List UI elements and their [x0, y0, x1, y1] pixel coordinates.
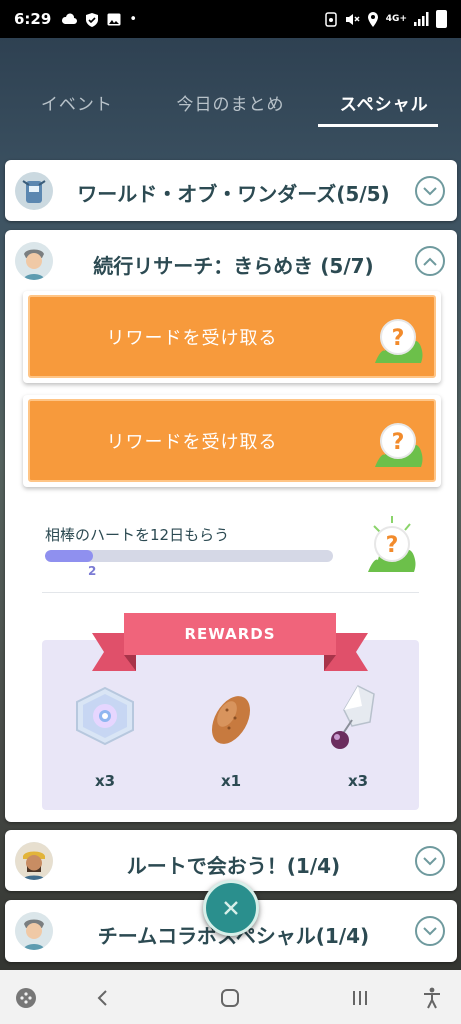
tab-special[interactable]: スペシャル: [307, 80, 461, 130]
gamepad-icon: [16, 988, 36, 1008]
status-bar: 6:29 • 4G+: [0, 0, 461, 38]
back-button[interactable]: [90, 986, 114, 1010]
tab-event[interactable]: イベント: [0, 80, 154, 130]
location-icon: [367, 11, 378, 27]
home-icon: [221, 989, 239, 1007]
back-icon: [97, 990, 107, 1006]
close-button[interactable]: [203, 880, 259, 936]
recents-icon: [353, 991, 367, 1005]
bean-icon: [212, 696, 250, 744]
svg-text:?: ?: [392, 326, 405, 351]
image-icon: [107, 13, 121, 25]
battery-icon: [436, 10, 447, 28]
accessibility-icon: [424, 987, 440, 1009]
card-title: 続行リサーチ：きらめき (5/7): [93, 254, 374, 278]
status-left-icons: •: [61, 12, 137, 27]
professor-avatar: [15, 242, 53, 280]
shield-check-icon: [86, 12, 99, 27]
dot-icon: •: [129, 11, 137, 27]
research-card-wonders[interactable]: ワールド・オブ・ワンダーズ(5/5): [5, 160, 457, 221]
claim-reward-label: リワードを受け取る: [106, 327, 278, 349]
status-right-icons: 4G+: [325, 10, 447, 28]
mystery-reward-icon: ?: [369, 309, 431, 365]
wonders-avatar: [15, 172, 53, 210]
claim-reward-button[interactable]: リワードを受け取る ?: [23, 291, 441, 383]
reward-quantity: x3: [347, 772, 369, 790]
professor-avatar: [15, 912, 53, 950]
status-time: 6:29: [14, 10, 52, 28]
svg-text:?: ?: [392, 430, 405, 455]
chevron-down-icon[interactable]: [415, 916, 445, 946]
reward-quantity: x1: [220, 772, 242, 790]
chevron-down-icon[interactable]: [415, 846, 445, 876]
reward-item: x1: [191, 680, 271, 790]
system-nav-bar: [0, 970, 461, 1024]
sim-icon: [325, 11, 337, 27]
network-label: 4G+: [385, 14, 407, 24]
task-reward-icon: ?: [362, 512, 424, 574]
task-progress-bar: [45, 550, 333, 562]
hex-crystal-icon: [76, 686, 134, 746]
reward-quantity: x3: [94, 772, 116, 790]
task-progress-count: 2: [88, 564, 97, 578]
rewards-ribbon: REWARDS: [92, 613, 368, 673]
crystal-orb-icon: [331, 685, 375, 749]
card-header[interactable]: ワールド・オブ・ワンダーズ(5/5): [5, 160, 457, 222]
game-tools-button[interactable]: [14, 986, 38, 1010]
card-title: ルートで会おう！(1/4): [126, 854, 341, 878]
home-button[interactable]: [218, 986, 242, 1010]
claim-reward-label: リワードを受け取る: [106, 431, 278, 453]
route-avatar: [15, 842, 53, 880]
cloud-icon: [62, 13, 78, 24]
signal-icon: [414, 12, 429, 26]
chevron-up-icon[interactable]: [415, 246, 445, 276]
task-progress-fill: [45, 550, 93, 562]
rewards-banner-label: REWARDS: [124, 613, 336, 655]
recents-button[interactable]: [348, 986, 372, 1010]
chevron-down-icon[interactable]: [415, 176, 445, 206]
card-header[interactable]: 続行リサーチ：きらめき (5/7): [5, 230, 457, 292]
reward-item: x3: [65, 680, 145, 790]
accessibility-button[interactable]: [420, 986, 444, 1010]
active-tab-indicator: [318, 124, 438, 127]
tab-today-summary[interactable]: 今日のまとめ: [154, 80, 308, 130]
card-title: ワールド・オブ・ワンダーズ(5/5): [77, 182, 390, 206]
section-divider: [42, 592, 419, 593]
task-description: 相棒のハートを12日もらう: [45, 526, 230, 544]
svg-text:?: ?: [386, 533, 399, 558]
mute-icon: [345, 13, 360, 25]
claim-reward-button[interactable]: リワードを受け取る ?: [23, 395, 441, 487]
close-icon: [224, 901, 238, 915]
tab-bar: イベント 今日のまとめ スペシャル: [0, 80, 461, 130]
mystery-reward-icon: ?: [369, 413, 431, 469]
reward-item: x3: [318, 680, 398, 790]
